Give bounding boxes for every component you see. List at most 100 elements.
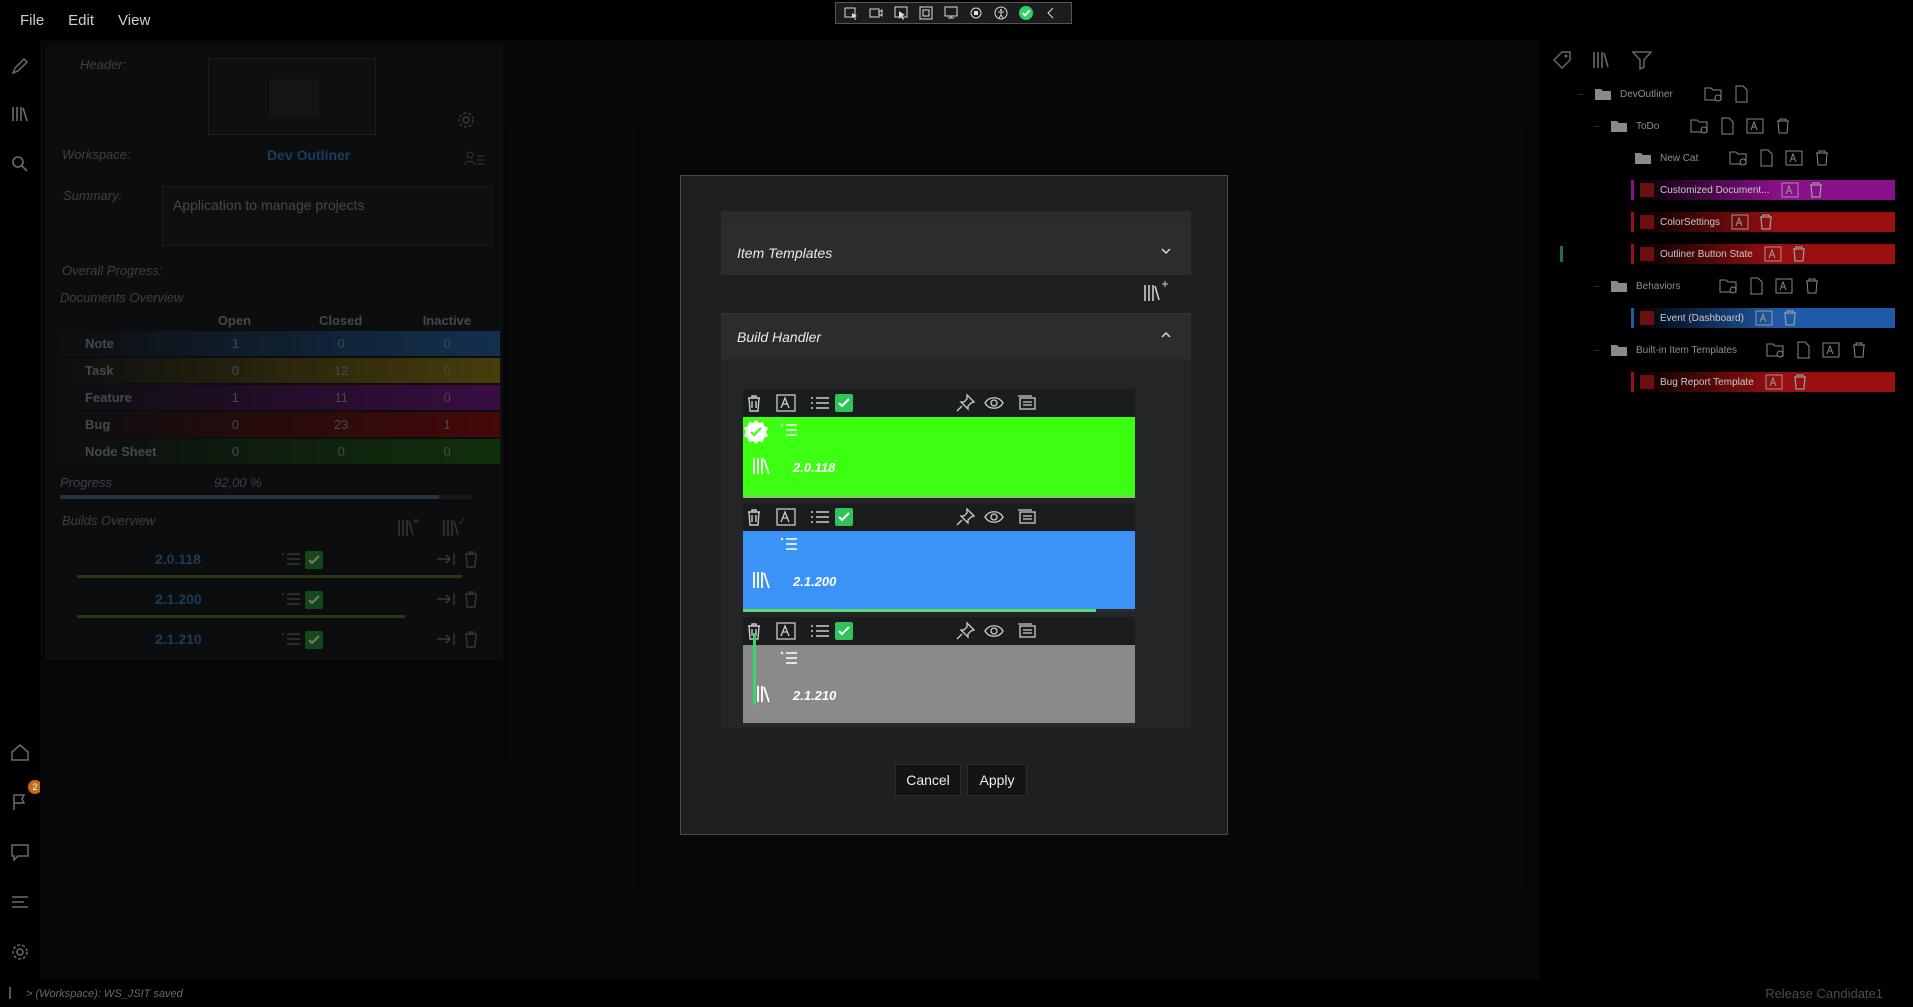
card-body[interactable]: 2.1.210	[743, 645, 1135, 725]
pointer-icon[interactable]	[890, 4, 912, 22]
add-folder-icon[interactable]	[1728, 148, 1748, 168]
list-icon[interactable]	[8, 890, 32, 914]
pencil-icon[interactable]	[8, 54, 32, 78]
hot-reload-icon[interactable]	[965, 4, 987, 22]
delete-icon[interactable]	[1789, 244, 1809, 264]
build-card[interactable]: 2.0.118	[743, 389, 1135, 499]
delete-icon[interactable]	[1849, 340, 1869, 360]
layout-adorner-icon[interactable]	[915, 4, 937, 22]
build-handler-label: Build Handler	[737, 328, 822, 345]
checkbox-icon[interactable]	[835, 394, 857, 414]
list-icon[interactable]	[809, 393, 831, 413]
menu-view[interactable]: View	[106, 12, 162, 29]
delete-icon[interactable]	[743, 507, 765, 527]
expand-icon[interactable]: –	[1578, 89, 1586, 100]
tree-leaf-item[interactable]: Bug Report Template	[1631, 372, 1895, 392]
delete-icon[interactable]	[1756, 212, 1776, 232]
rename-icon[interactable]	[1774, 276, 1794, 296]
card-body[interactable]: 2.1.200	[743, 531, 1135, 611]
add-folder-icon[interactable]	[1765, 340, 1785, 360]
menu-icon[interactable]	[779, 421, 799, 439]
tree-leaf-item[interactable]: Event (Dashboard)	[1631, 308, 1895, 328]
rename-icon[interactable]	[1745, 116, 1765, 136]
expand-icon[interactable]: –	[1594, 345, 1602, 356]
eye-icon[interactable]	[983, 507, 1005, 527]
delete-icon[interactable]	[1773, 116, 1793, 136]
add-folder-icon[interactable]	[1703, 84, 1723, 104]
card-body[interactable]: 2.0.118	[743, 417, 1135, 497]
list-icon[interactable]	[809, 621, 831, 641]
cards-icon[interactable]	[1015, 393, 1037, 413]
cards-icon[interactable]	[1015, 621, 1037, 641]
cards-icon[interactable]	[1015, 507, 1037, 527]
add-document-icon[interactable]	[1793, 340, 1813, 360]
rename-icon[interactable]	[1763, 244, 1783, 264]
expand-icon[interactable]: –	[1594, 281, 1602, 292]
tree-leaf-item[interactable]: Outliner Button State	[1631, 244, 1895, 264]
eye-icon[interactable]	[983, 393, 1005, 413]
check-status-icon[interactable]	[1015, 4, 1037, 22]
rename-icon[interactable]	[1784, 148, 1804, 168]
list-icon[interactable]	[809, 507, 831, 527]
rename-icon[interactable]	[1764, 372, 1784, 392]
pin-icon[interactable]	[955, 507, 977, 527]
tree-templates[interactable]: – Built-in Item Templates	[1594, 338, 1869, 362]
delete-icon[interactable]	[1806, 180, 1826, 200]
flag-icon[interactable]	[8, 790, 32, 814]
tree-new-cat[interactable]: New Cat	[1626, 146, 1832, 170]
rename-icon[interactable]	[775, 621, 797, 641]
add-folder-icon[interactable]	[1689, 116, 1709, 136]
checkbox-icon[interactable]	[835, 622, 857, 642]
rename-icon[interactable]	[1780, 180, 1800, 200]
filter-icon[interactable]	[1630, 48, 1654, 72]
delete-icon[interactable]	[743, 393, 765, 413]
build-card[interactable]: 2.1.210	[743, 617, 1135, 727]
pin-icon[interactable]	[955, 393, 977, 413]
track-focus-icon[interactable]	[940, 4, 962, 22]
item-templates-expander[interactable]: Item Templates	[721, 229, 1191, 275]
checkbox-icon[interactable]	[835, 508, 857, 528]
add-document-icon[interactable]	[1756, 148, 1776, 168]
tree-behaviors[interactable]: – Behaviors	[1594, 274, 1822, 298]
gear-icon[interactable]	[8, 940, 32, 964]
menu-file[interactable]: File	[8, 12, 56, 29]
accessibility-icon[interactable]	[990, 4, 1012, 22]
rename-icon[interactable]	[775, 393, 797, 413]
library-icon[interactable]	[8, 102, 32, 126]
add-template-icon[interactable]	[1141, 279, 1169, 305]
library-icon[interactable]	[1590, 48, 1614, 72]
rename-icon[interactable]	[775, 507, 797, 527]
tree-leaf-item[interactable]: Customized Document...	[1631, 180, 1895, 200]
pin-icon[interactable]	[955, 621, 977, 641]
tree-todo[interactable]: – ToDo	[1594, 114, 1793, 138]
add-folder-icon[interactable]	[1718, 276, 1738, 296]
add-document-icon[interactable]	[1746, 276, 1766, 296]
build-card[interactable]: 2.1.200	[743, 503, 1135, 613]
delete-icon[interactable]	[1812, 148, 1832, 168]
search-icon[interactable]	[8, 152, 32, 176]
delete-icon[interactable]	[1780, 308, 1800, 328]
rename-icon[interactable]	[1821, 340, 1841, 360]
home-icon[interactable]	[8, 740, 32, 764]
tag-icon[interactable]	[1550, 48, 1574, 72]
apply-button[interactable]: Apply	[967, 764, 1027, 796]
menu-edit[interactable]: Edit	[56, 12, 106, 29]
cancel-button[interactable]: Cancel	[895, 764, 961, 796]
record-icon[interactable]	[865, 4, 887, 22]
tree-leaf-item[interactable]: ColorSettings	[1631, 212, 1895, 232]
add-document-icon[interactable]	[1731, 84, 1751, 104]
eye-icon[interactable]	[983, 621, 1005, 641]
collapse-toolbar-icon[interactable]	[1040, 4, 1062, 22]
add-document-icon[interactable]	[1717, 116, 1737, 136]
menu-icon[interactable]	[779, 535, 799, 553]
tree-root[interactable]: – DevOutliner	[1578, 82, 1751, 106]
menu-icon[interactable]	[779, 649, 799, 667]
rename-icon[interactable]	[1730, 212, 1750, 232]
expand-icon[interactable]: –	[1594, 121, 1602, 132]
delete-icon[interactable]	[1790, 372, 1810, 392]
chat-icon[interactable]	[8, 840, 32, 864]
build-handler-expander[interactable]: Build Handler	[721, 313, 1191, 359]
rename-icon[interactable]	[1754, 308, 1774, 328]
select-element-icon[interactable]	[840, 4, 862, 22]
delete-icon[interactable]	[1802, 276, 1822, 296]
